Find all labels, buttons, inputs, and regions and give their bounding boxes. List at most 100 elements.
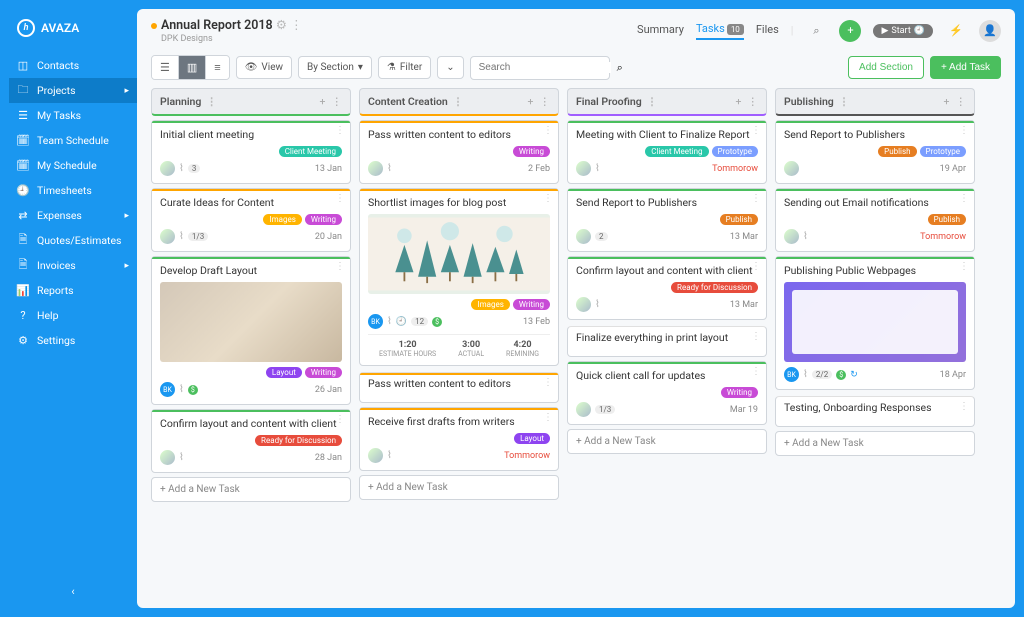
collapse-sidebar-button[interactable]: ‹ — [9, 575, 137, 608]
more-icon[interactable]: ⋮ — [751, 193, 761, 204]
more-icon[interactable]: ⋮ — [543, 125, 553, 136]
more-icon[interactable]: ⋮ — [751, 366, 761, 377]
gear-icon[interactable]: ⚙ — [276, 18, 287, 33]
tag[interactable]: Writing — [305, 214, 342, 225]
tag[interactable]: Layout — [266, 367, 302, 378]
avatar[interactable] — [576, 229, 591, 244]
avatar[interactable] — [576, 402, 591, 417]
avatar[interactable] — [160, 161, 175, 176]
expand-button[interactable]: ⌄ — [437, 56, 463, 79]
tag[interactable]: Publish — [878, 146, 916, 157]
add-card-icon[interactable]: + — [736, 95, 742, 108]
filter-button[interactable]: ⚗ Filter — [378, 56, 431, 79]
sidebar-item-invoices[interactable]: 🗎Invoices▸ — [9, 253, 137, 278]
more-icon[interactable]: ⋮ — [335, 261, 345, 272]
more-icon[interactable]: ⋮ — [959, 401, 969, 412]
add-new-task-button[interactable]: + Add a New Task — [775, 431, 975, 456]
sidebar-item-contacts[interactable]: ◫Contacts — [9, 53, 137, 78]
more-icon[interactable]: ⋮ — [540, 95, 551, 108]
sidebar-item-reports[interactable]: 📊Reports — [9, 278, 137, 303]
more-icon[interactable]: ⋮ — [335, 193, 345, 204]
more-icon[interactable]: ⋮ — [748, 95, 759, 108]
add-section-button[interactable]: Add Section — [848, 56, 924, 79]
add-task-button[interactable]: + Add Task — [930, 56, 1001, 79]
start-timer-button[interactable]: ▶ Start 🕘 — [873, 24, 933, 38]
task-card[interactable]: ⋮Pass written content to editorsWriting⌇… — [359, 120, 559, 184]
task-card[interactable]: ⋮Meeting with Client to Finalize ReportC… — [567, 120, 767, 184]
task-card[interactable]: ⋮Sending out Email notificationsPublish⌇… — [775, 188, 975, 252]
attachment-icon[interactable]: ⌇ — [595, 163, 600, 174]
attachment-icon[interactable]: ⌇ — [387, 163, 392, 174]
tab-summary[interactable]: Summary — [637, 23, 684, 39]
sidebar-item-help[interactable]: ?Help — [9, 303, 137, 328]
more-icon[interactable]: ⋮ — [206, 95, 217, 108]
tag[interactable]: Writing — [513, 146, 550, 157]
tag[interactable]: Images — [263, 214, 301, 225]
more-icon[interactable]: ⋮ — [751, 261, 761, 272]
more-icon[interactable]: ⋮ — [453, 95, 464, 108]
tag[interactable]: Images — [471, 299, 509, 310]
avatar[interactable] — [160, 229, 175, 244]
task-card[interactable]: ⋮Curate Ideas for ContentImagesWriting⌇1… — [151, 188, 351, 252]
more-icon[interactable]: ⋮ — [290, 18, 303, 33]
avatar[interactable] — [784, 161, 799, 176]
more-icon[interactable]: ⋮ — [332, 95, 343, 108]
tag[interactable]: Client Meeting — [645, 146, 708, 157]
more-icon[interactable]: ⋮ — [959, 125, 969, 136]
add-card-icon[interactable]: + — [944, 95, 950, 108]
more-icon[interactable]: ⋮ — [839, 95, 850, 108]
search-input[interactable]: ⌕ — [470, 56, 610, 80]
avatar[interactable]: BK — [784, 367, 799, 382]
task-card[interactable]: ⋮Shortlist images for blog postImagesWri… — [359, 188, 559, 366]
attachment-icon[interactable]: ⌇ — [803, 369, 808, 380]
logo[interactable]: h AVAZA — [9, 9, 137, 53]
tag[interactable]: Writing — [305, 367, 342, 378]
task-card[interactable]: ⋮Send Report to PublishersPublish213 Mar — [567, 188, 767, 252]
tab-files[interactable]: Files — [756, 23, 779, 39]
task-card[interactable]: ⋮Testing, Onboarding Responses — [775, 396, 975, 427]
more-icon[interactable]: ⋮ — [543, 412, 553, 423]
avatar[interactable] — [576, 161, 591, 176]
more-icon[interactable]: ⋮ — [959, 261, 969, 272]
avatar[interactable] — [368, 448, 383, 463]
more-icon[interactable]: ⋮ — [543, 377, 553, 388]
column-header[interactable]: Content Creation ⋮+⋮ — [359, 88, 559, 116]
tag[interactable]: Layout — [514, 433, 550, 444]
attachment-icon[interactable]: ⌇ — [179, 231, 184, 242]
tag[interactable]: Ready for Discussion — [671, 282, 758, 293]
attachment-icon[interactable]: ⌇ — [179, 163, 184, 174]
avatar[interactable] — [576, 297, 591, 312]
more-icon[interactable]: ⋮ — [751, 125, 761, 136]
tag[interactable]: Writing — [721, 387, 758, 398]
tag[interactable]: Prototype — [920, 146, 966, 157]
compact-view-button[interactable]: ≡ — [206, 56, 228, 79]
attachment-icon[interactable]: ⌇ — [387, 316, 392, 327]
attachment-icon[interactable]: ⌇ — [179, 452, 184, 463]
tag[interactable]: Ready for Discussion — [255, 435, 342, 446]
add-new-task-button[interactable]: + Add a New Task — [151, 477, 351, 502]
sidebar-item-settings[interactable]: ⚙Settings — [9, 328, 137, 353]
attachment-icon[interactable]: ⌇ — [387, 450, 392, 461]
more-icon[interactable]: ⋮ — [647, 95, 658, 108]
sidebar-item-projects[interactable]: 🗀Projects▸ — [9, 78, 137, 103]
task-card[interactable]: ⋮Pass written content to editors — [359, 372, 559, 403]
tag[interactable]: Publish — [928, 214, 966, 225]
tag[interactable]: Publish — [720, 214, 758, 225]
sidebar-item-quotes-estimates[interactable]: 🗎Quotes/Estimates — [9, 228, 137, 253]
task-card[interactable]: ⋮Finalize everything in print layout — [567, 326, 767, 357]
avatar[interactable]: BK — [368, 314, 383, 329]
column-header[interactable]: Publishing ⋮+⋮ — [775, 88, 975, 116]
avatar[interactable] — [160, 450, 175, 465]
column-header[interactable]: Final Proofing ⋮+⋮ — [567, 88, 767, 116]
add-icon[interactable]: + — [839, 20, 861, 42]
more-icon[interactable]: ⋮ — [959, 193, 969, 204]
sidebar-item-expenses[interactable]: ⇄Expenses▸ — [9, 203, 137, 228]
more-icon[interactable]: ⋮ — [335, 414, 345, 425]
add-new-task-button[interactable]: + Add a New Task — [359, 475, 559, 500]
group-by-dropdown[interactable]: By Section ▾ — [298, 56, 372, 79]
view-dropdown[interactable]: 👁 View — [236, 56, 292, 79]
tag[interactable]: Writing — [513, 299, 550, 310]
sidebar-item-timesheets[interactable]: 🕘Timesheets — [9, 178, 137, 203]
task-card[interactable]: ⋮Quick client call for updatesWriting1/3… — [567, 361, 767, 425]
avatar[interactable]: BK — [160, 382, 175, 397]
